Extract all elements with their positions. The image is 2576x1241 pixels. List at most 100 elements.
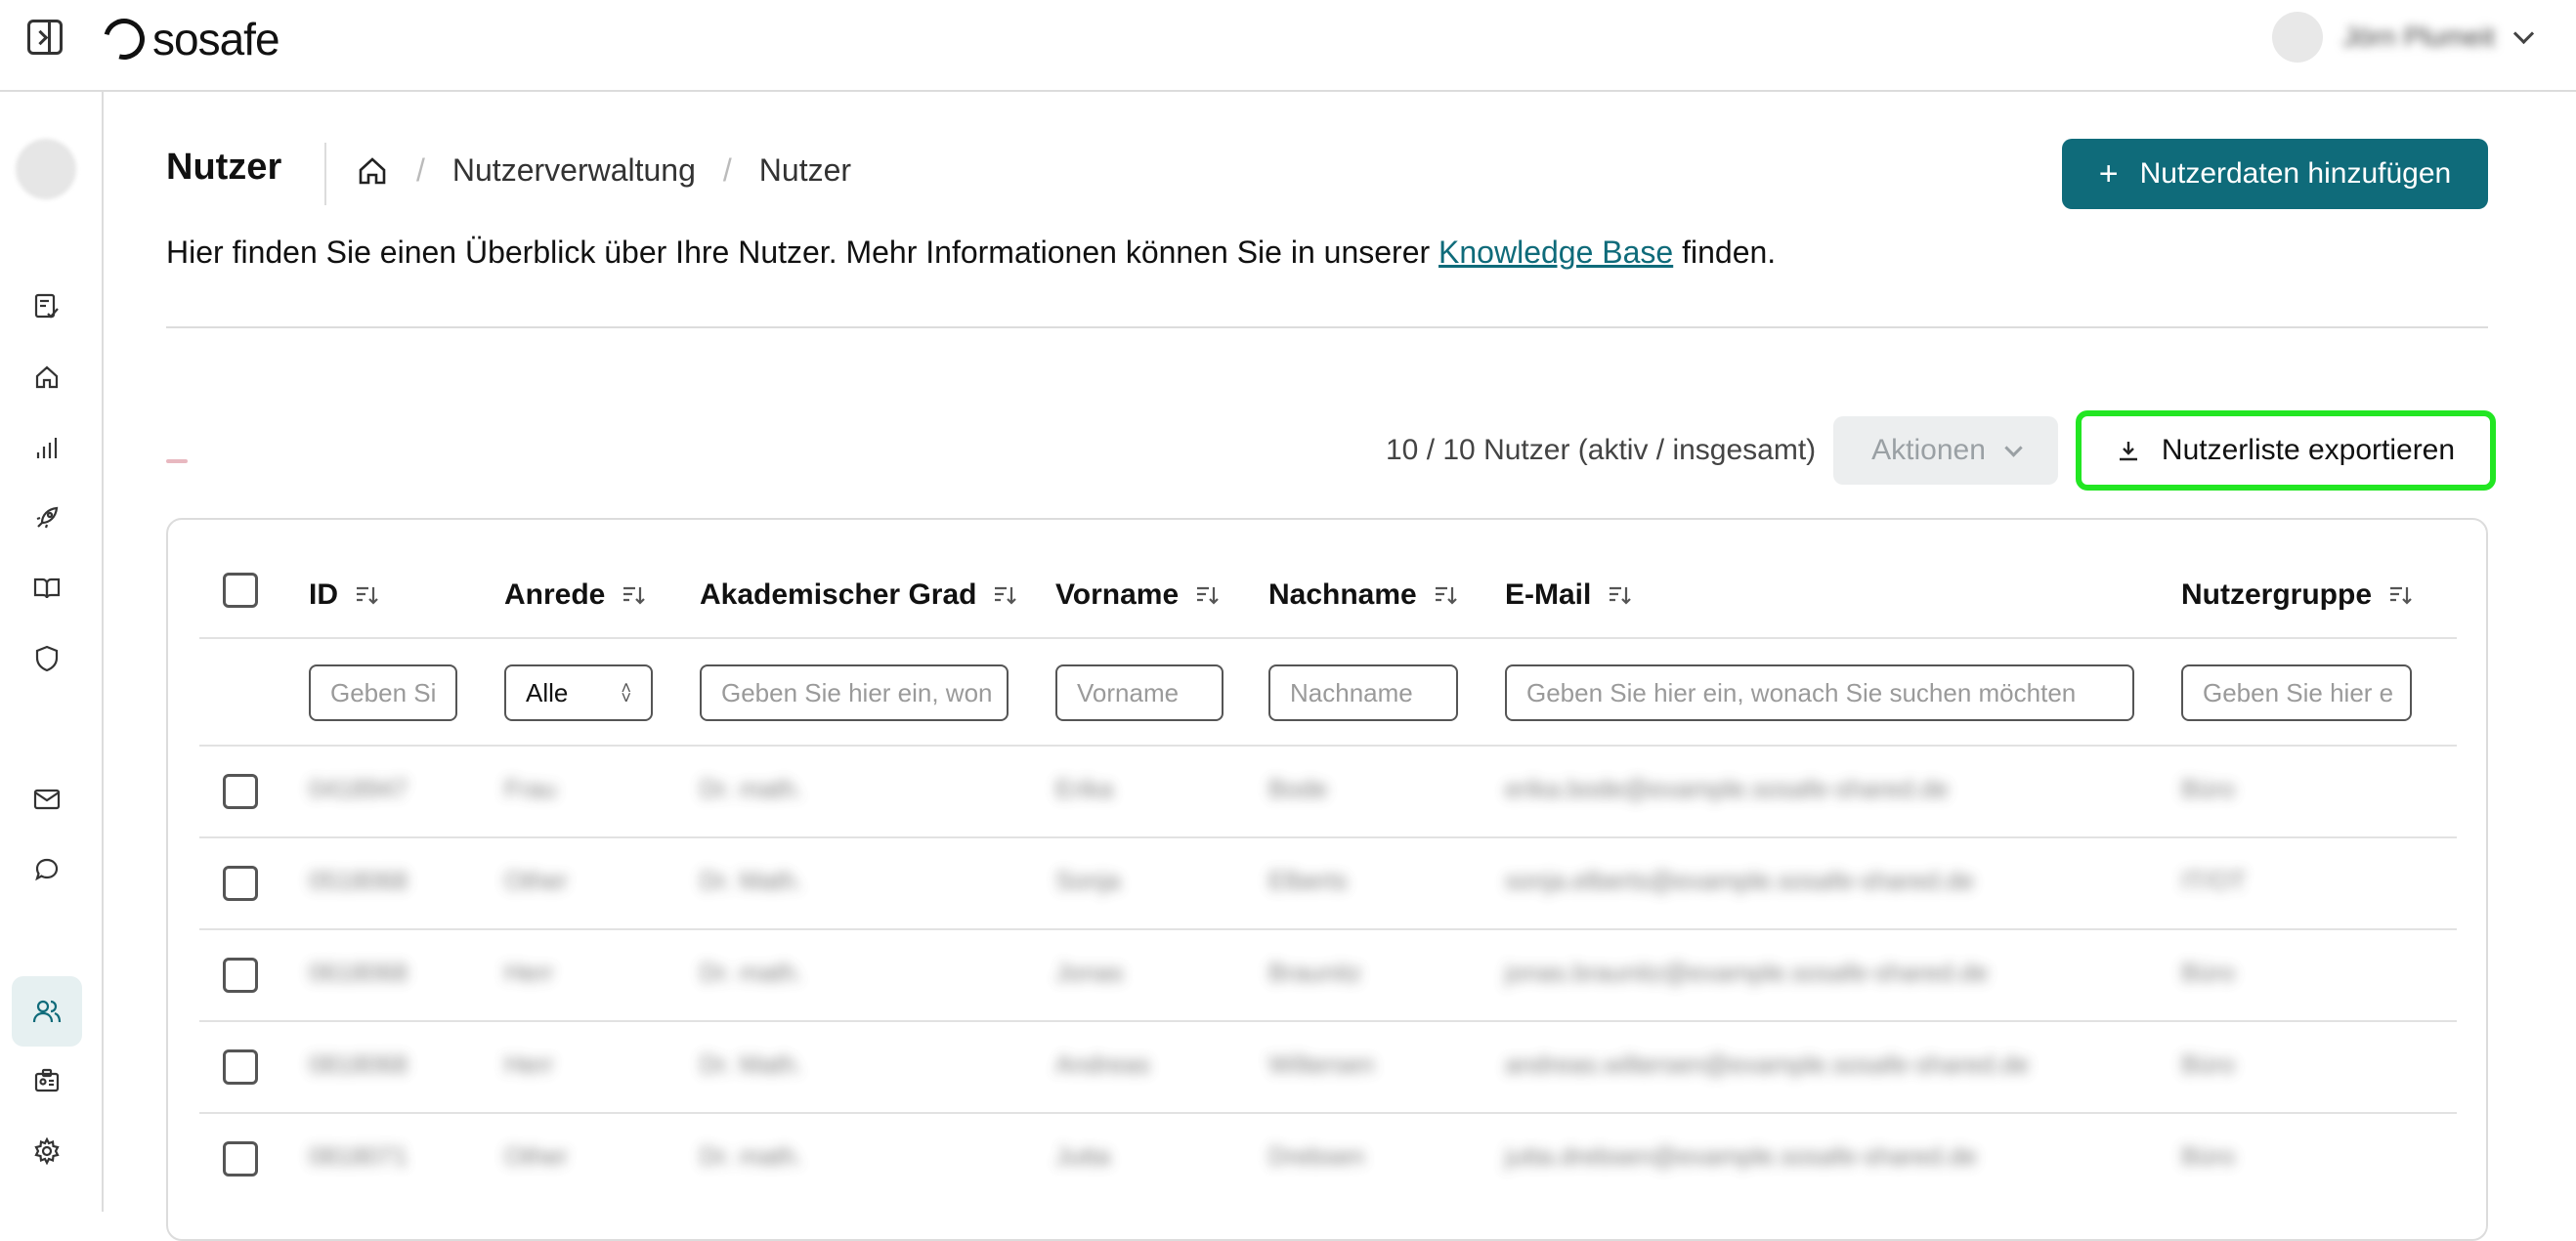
column-header-email[interactable]: E-Mail <box>1505 578 1632 612</box>
knowledge-base-link[interactable]: Knowledge Base <box>1438 235 1673 270</box>
anrede-filter-select[interactable]: Alle ˄ ˅ <box>504 664 653 721</box>
nachname-filter-input[interactable]: Nachname <box>1268 664 1458 721</box>
select-all-checkbox[interactable] <box>223 573 258 608</box>
select-value: Alle <box>526 677 569 707</box>
organization-avatar[interactable] <box>16 139 76 199</box>
cell-nachname: Braunitz <box>1268 958 1362 987</box>
cell-id: 0818068 <box>309 1049 408 1079</box>
logo-text: sosafe <box>152 14 280 64</box>
cell-vorname: Jutta <box>1055 1141 1111 1171</box>
download-icon <box>2119 442 2137 461</box>
nutzergruppe-filter-input[interactable]: Geben Sie hier e <box>2181 664 2412 721</box>
export-user-list-button[interactable]: Nutzerliste exportieren <box>2076 410 2496 491</box>
cell-nutzergruppe: Büro <box>2181 774 2235 803</box>
id-badge-icon[interactable] <box>23 1057 70 1104</box>
sidebar-toggle-icon[interactable] <box>27 20 63 55</box>
sort-icon[interactable] <box>1433 582 1458 608</box>
row-checkbox[interactable] <box>223 958 258 993</box>
cell-id: 0418947 <box>309 774 408 803</box>
users-icon[interactable] <box>12 976 82 1047</box>
cell-grad: Dr. Math. <box>700 1049 803 1079</box>
cell-nachname: Elberts <box>1268 866 1348 895</box>
plus-icon: + <box>2098 154 2119 193</box>
sosafe-logo[interactable]: sosafe <box>96 10 280 68</box>
home-icon[interactable] <box>358 156 387 186</box>
cell-email: erika.bode@example.sosafe-shared.de <box>1505 774 1950 803</box>
cell-nutzergruppe: Büro <box>2181 958 2235 987</box>
filter-placeholder: Geben Sie hier e <box>2203 677 2394 707</box>
user-count: 10 / 10 Nutzer (aktiv / insgesamt) <box>1386 434 1817 466</box>
cell-email: sonja.elberts@example.sosafe-shared.de <box>1505 866 1975 895</box>
cell-vorname: Sonja <box>1055 866 1121 895</box>
checklist-icon[interactable] <box>23 283 70 330</box>
actions-dropdown[interactable]: Aktionen <box>1833 416 2058 485</box>
filter-placeholder: Geben Sie hier ein, won <box>721 677 993 707</box>
cell-nutzergruppe: Büro <box>2181 1049 2235 1079</box>
cell-id: 0818071 <box>309 1141 408 1171</box>
book-icon[interactable] <box>23 565 70 612</box>
table-row[interactable]: 0418947 Frau Dr. math. Erika Bode erika.… <box>199 747 2457 838</box>
blurred-toolbar-element <box>166 459 342 467</box>
table-row[interactable]: 0518068 Other Dr. Math. Sonja Elberts so… <box>199 838 2457 930</box>
rocket-icon[interactable] <box>23 494 70 541</box>
cell-anrede: Other <box>504 866 569 895</box>
sort-icon[interactable] <box>354 582 379 608</box>
sort-icon[interactable] <box>1194 582 1220 608</box>
header-divider <box>199 637 2457 639</box>
user-name: Jörn Plumeit <box>2342 21 2495 52</box>
breadcrumb-nutzerverwaltung[interactable]: Nutzerverwaltung <box>452 152 696 189</box>
sort-icon[interactable] <box>992 582 1017 608</box>
row-checkbox[interactable] <box>223 1141 258 1177</box>
actions-label: Aktionen <box>1871 434 1986 466</box>
filter-placeholder: Nachname <box>1290 677 1413 707</box>
breadcrumb: / Nutzerverwaltung / Nutzer <box>358 152 851 189</box>
top-bar: sosafe Jörn Plumeit <box>0 0 2576 92</box>
filter-placeholder: Geben Si <box>330 677 437 707</box>
shield-icon[interactable] <box>23 635 70 682</box>
column-header-nachname[interactable]: Nachname <box>1268 578 1458 612</box>
row-checkbox[interactable] <box>223 774 258 809</box>
cell-nutzergruppe: Büro <box>2181 1141 2235 1171</box>
column-label: Nachname <box>1268 578 1417 611</box>
column-header-akademischer-grad[interactable]: Akademischer Grad <box>700 578 1017 612</box>
cell-grad: Dr. math. <box>700 774 803 803</box>
id-filter-input[interactable]: Geben Si <box>309 664 457 721</box>
cell-grad: Dr. math. <box>700 1141 803 1171</box>
row-checkbox[interactable] <box>223 866 258 901</box>
table-row[interactable]: 0618068 Herr Dr. math. Jonas Braunitz jo… <box>199 930 2457 1022</box>
column-header-nutzergruppe[interactable]: Nutzergruppe <box>2181 578 2413 612</box>
analytics-icon[interactable] <box>23 424 70 471</box>
vorname-filter-input[interactable]: Vorname <box>1055 664 1224 721</box>
cell-vorname: Andreas <box>1055 1049 1150 1079</box>
cell-anrede: Herr <box>504 1049 554 1079</box>
chat-icon[interactable] <box>23 846 70 893</box>
sort-icon[interactable] <box>621 582 646 608</box>
table-row[interactable]: 0818068 Herr Dr. Math. Andreas Wiltersen… <box>199 1022 2457 1114</box>
filter-placeholder: Geben Sie hier ein, wonach Sie suchen mö… <box>1526 677 2077 707</box>
column-header-id[interactable]: ID <box>309 578 379 612</box>
cell-id: 0518068 <box>309 866 408 895</box>
user-menu[interactable]: Jörn Plumeit <box>2272 12 2535 63</box>
cell-vorname: Erika <box>1055 774 1114 803</box>
column-header-vorname[interactable]: Vorname <box>1055 578 1220 612</box>
divider <box>166 326 2488 328</box>
cell-grad: Dr. math. <box>700 958 803 987</box>
email-filter-input[interactable]: Geben Sie hier ein, wonach Sie suchen mö… <box>1505 664 2134 721</box>
sort-icon[interactable] <box>2387 582 2413 608</box>
sidebar <box>0 90 104 1212</box>
table-row[interactable]: 0818071 Other Dr. math. Jutta Drebsen ju… <box>199 1114 2457 1206</box>
title-divider <box>324 143 326 205</box>
column-label: E-Mail <box>1505 578 1592 611</box>
updown-icon: ˄ ˅ <box>621 678 631 707</box>
column-label: ID <box>309 578 338 611</box>
breadcrumb-separator: / <box>722 152 732 188</box>
column-header-anrede[interactable]: Anrede <box>504 578 646 612</box>
mail-icon[interactable] <box>23 776 70 823</box>
row-checkbox[interactable] <box>223 1049 258 1085</box>
home-icon[interactable] <box>23 354 70 401</box>
gear-icon[interactable] <box>23 1128 70 1175</box>
add-user-data-button[interactable]: + Nutzerdaten hinzufügen <box>2062 139 2488 209</box>
grad-filter-input[interactable]: Geben Sie hier ein, won <box>700 664 1009 721</box>
description-text-end: finden. <box>1673 235 1777 270</box>
sort-icon[interactable] <box>1607 582 1632 608</box>
